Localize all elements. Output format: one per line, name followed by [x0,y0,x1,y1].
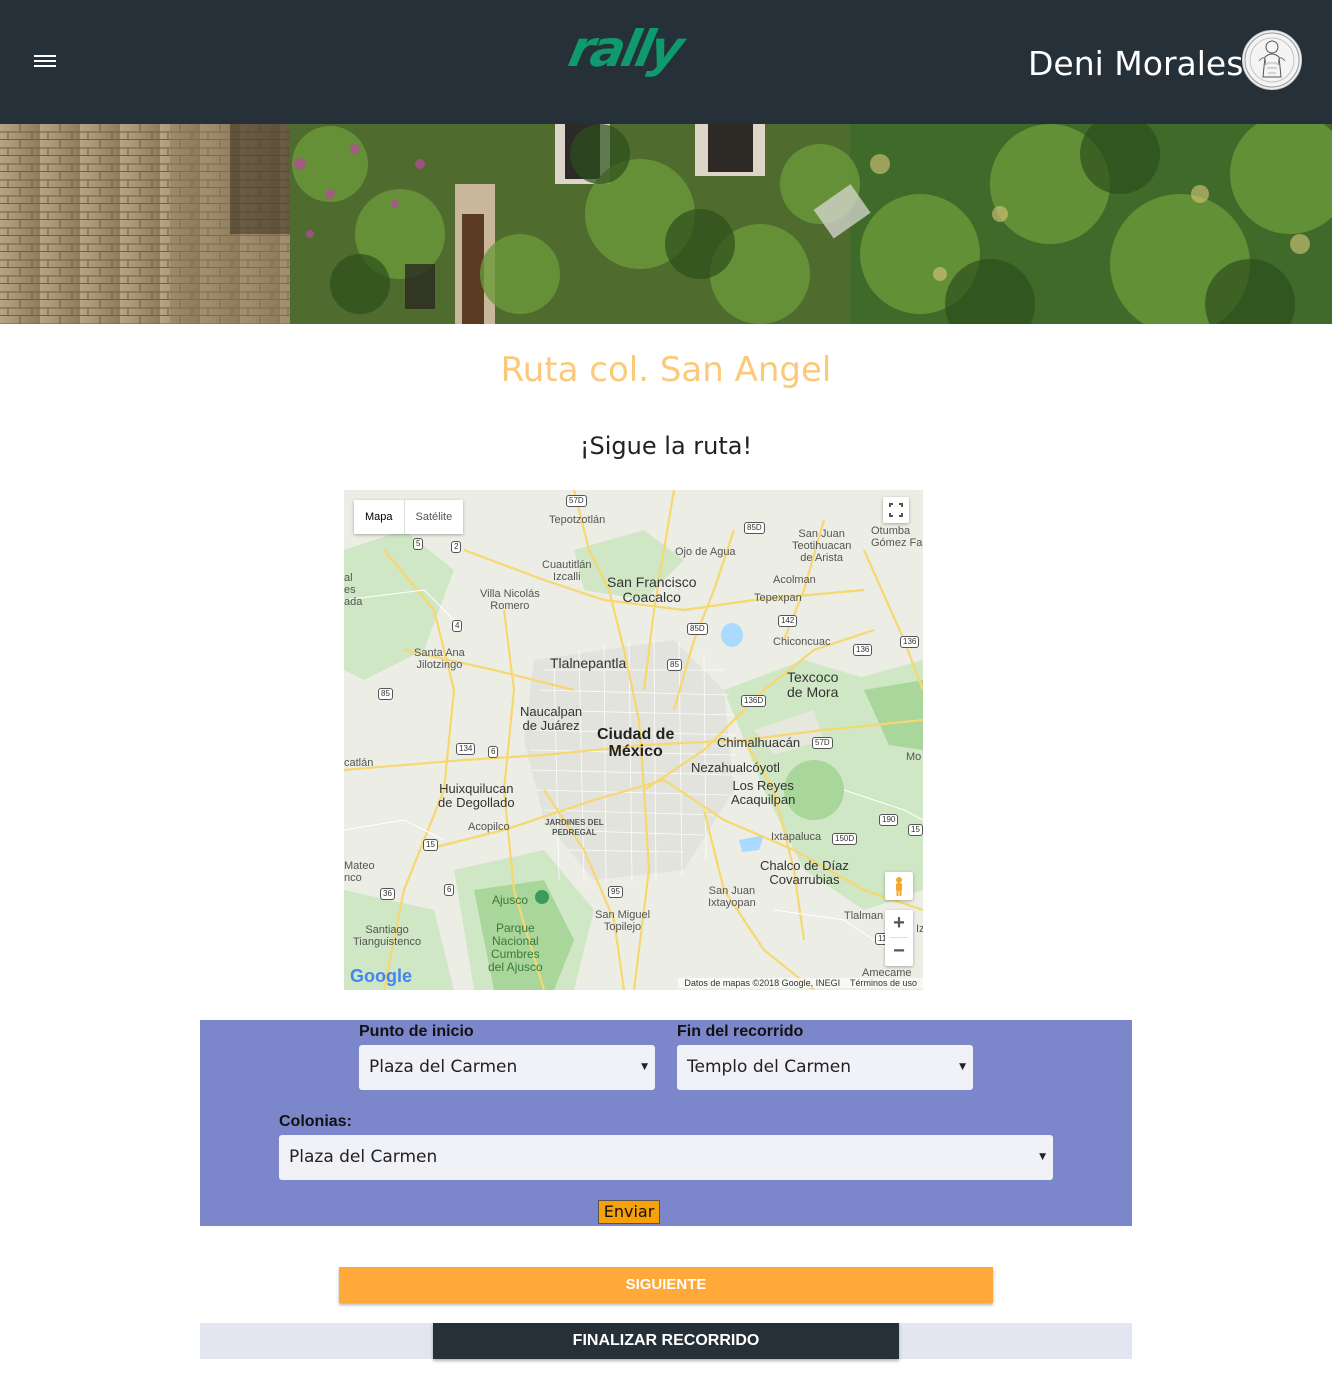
highway-shield: 134 [456,743,476,755]
highway-shield: 136D [741,695,767,707]
map-type-control: Mapa Satélite [354,500,464,534]
highway-shield: 85 [378,688,393,700]
start-point-label: Punto de inicio [359,1023,474,1040]
colonias-label: Colonias: [279,1113,352,1130]
zoom-out-button[interactable]: − [885,938,913,965]
map-label-cdmx: Ciudad de México [597,726,675,760]
fullscreen-icon [889,503,903,517]
highway-shield: 150D [832,833,858,845]
map-label: Ixtapaluca [771,831,822,843]
highway-shield: 15 [423,839,438,851]
highway-shield: 36 [380,888,395,900]
map-label: Tlalnepantla [550,655,627,671]
start-point-select[interactable]: Plaza del Carmen ▼ [359,1045,655,1090]
user-name: Deni Morales [1028,44,1244,83]
map-label: Otumba Gómez Fa [871,525,923,549]
start-point-value: Plaza del Carmen [369,1057,518,1077]
rally-logo[interactable]: rally [564,14,700,84]
map-label: Tepexpan [754,592,802,604]
end-point-select[interactable]: Templo del Carmen ▼ [677,1045,973,1090]
colonias-select[interactable]: Plaza del Carmen ▼ [279,1135,1053,1180]
end-point-label: Fin del recorrido [677,1023,804,1040]
map-label: Huixquilucan de Degollado [438,781,515,810]
submit-button[interactable]: Enviar [598,1200,660,1224]
map-label: Villa Nicolás Romero [480,588,540,612]
map-label: Acolman [773,574,816,586]
map-label: Mo [906,751,922,763]
next-button[interactable]: SIGUIENTE [339,1267,993,1303]
map-label: Parque Nacional Cumbres del Ajusco [488,921,543,974]
hamburger-menu-icon[interactable] [34,55,56,71]
route-map[interactable]: Tepotzotlán Ojo de Agua San Juan Teotihu… [344,490,923,990]
highway-shield: 57D [566,495,587,507]
map-label: Cuautitlán Izcalli [542,559,592,583]
map-label: Mateo nco [344,860,375,884]
map-label: Nezahualcóyotl [691,760,780,775]
hero-banner-image [0,124,1332,324]
terms-link[interactable]: Términos de uso [850,978,917,988]
map-label: Chalco de Díaz Covarrubias [760,858,849,887]
highway-shield: 4 [452,620,463,632]
map-label: Iz [916,923,923,935]
highway-shield: 85D [744,522,765,534]
map-label: Tepotzotlán [549,514,606,526]
highway-shield: 136 [900,636,920,648]
pegman-icon [896,877,902,896]
map-label: JARDINES DEL PEDREGAL [545,818,604,837]
fullscreen-button[interactable] [883,497,909,523]
map-label: Santa Ana Jilotzingo [414,647,465,671]
end-point-value: Templo del Carmen [687,1057,851,1077]
google-logo-text: Google [350,966,412,986]
highway-shield: 136 [853,644,873,656]
map-label: Chimalhuacán [717,735,801,750]
top-app-bar: rally Deni Morales [0,0,1332,124]
map-label: catlán [344,757,374,769]
highway-shield: 5 [413,538,424,550]
map-type-satelite-button[interactable]: Satélite [405,500,464,534]
finish-route-button[interactable]: FINALIZAR RECORRIDO [433,1323,899,1359]
map-label: Santiago Tianguistenco [353,924,422,948]
highway-shield: 95 [608,886,623,898]
highway-shield: 6 [444,884,455,896]
map-label: Naucalpan de Juárez [520,704,583,733]
colonias-value: Plaza del Carmen [289,1147,438,1167]
page-title: Ruta col. San Angel [500,350,832,390]
chevron-down-icon: ▼ [1039,1152,1046,1162]
chevron-down-icon: ▼ [959,1062,966,1072]
user-avatar[interactable] [1242,30,1302,90]
route-subtitle: ¡Sigue la ruta! [579,432,753,460]
avatar-illustration-icon [1244,32,1300,88]
highway-shield: 2 [451,541,462,553]
map-label: San Juan Ixtayopan [708,885,756,909]
map-attribution: Datos de mapas ©2018 Google, INEGI Térmi… [678,978,923,988]
google-logo[interactable]: Google [350,966,412,987]
street-view-button[interactable] [885,872,913,900]
map-type-mapa-button[interactable]: Mapa [354,500,404,534]
chevron-down-icon: ▼ [641,1062,648,1072]
zoom-in-button[interactable]: + [885,910,913,937]
map-label: Ojo de Agua [675,546,736,558]
zoom-control: + − [885,910,913,966]
map-label: Tlalman [844,910,884,922]
map-data-credit: Datos de mapas ©2018 Google, INEGI [684,978,841,988]
highway-shield: 142 [778,615,798,627]
map-label: al es ada [344,572,363,608]
highway-shield: 85 [667,659,682,671]
logo-text: rally [563,20,687,78]
map-label: San Francisco Coacalco [607,574,697,605]
route-form: Punto de inicio Plaza del Carmen ▼ Fin d… [200,1020,1132,1226]
highway-shield: 85D [687,623,708,635]
map-label: San Juan Teotihuacan de Arista [792,528,852,564]
map-label: San Miguel Topilejo [595,909,651,933]
highway-shield: 57D [812,737,833,749]
map-label: Chiconcuac [773,636,831,648]
map-label: Los Reyes Acaquilpan [731,778,796,807]
highway-shield: 190 [879,814,899,826]
highway-shield: 6 [488,746,499,758]
highway-shield: 15 [908,824,923,836]
map-label: Acopilco [468,821,510,833]
map-label: Texcoco de Mora [787,669,839,700]
map-label: Ajusco [492,893,529,907]
